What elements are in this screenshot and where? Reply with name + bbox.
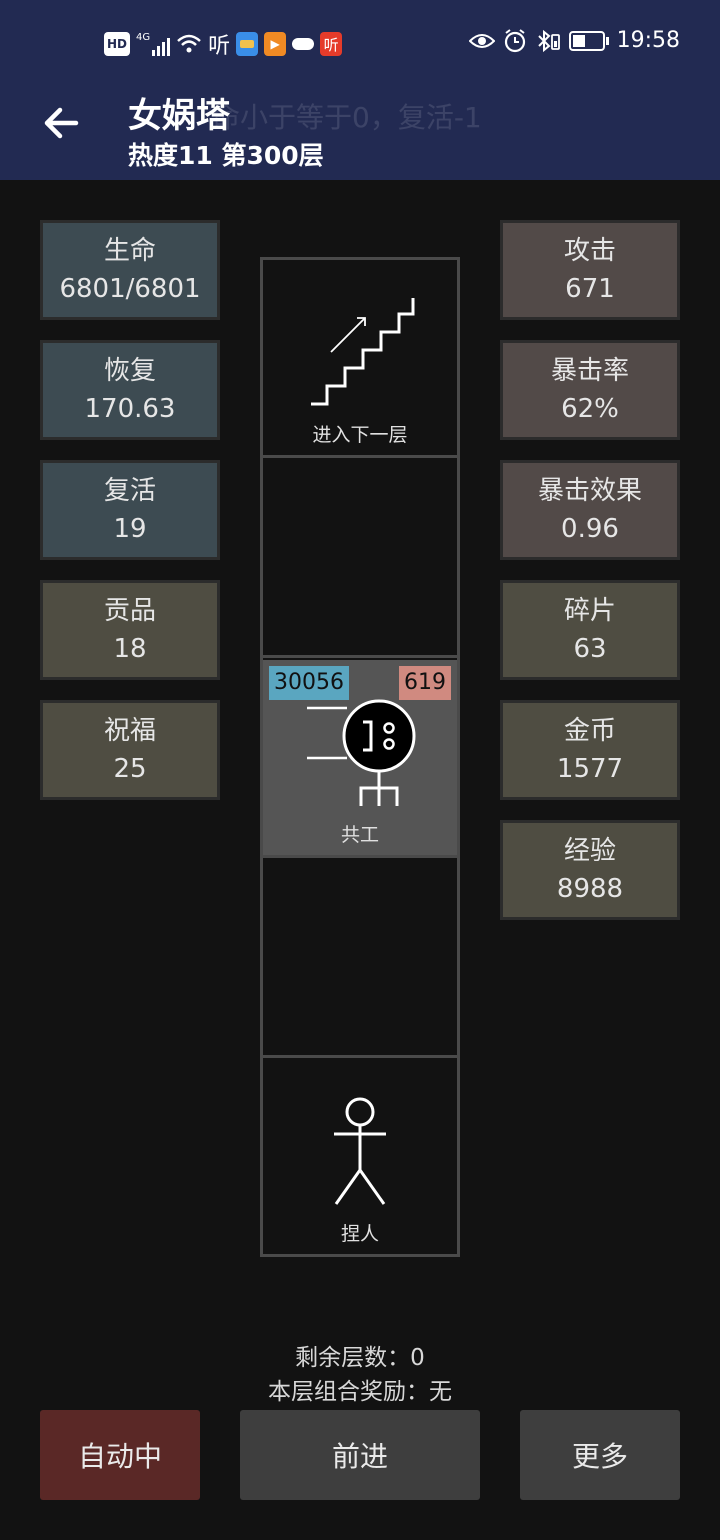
stat-label: 暴击效果 bbox=[537, 476, 642, 506]
stat-value: 671 bbox=[565, 274, 615, 304]
stat-attack: 攻击 671 bbox=[500, 220, 680, 320]
status-bar: HD 4G 听 ▶ 听 19:58 bbox=[0, 0, 720, 82]
auto-button[interactable]: 自动中 bbox=[40, 1410, 200, 1500]
tower-cell-enemy[interactable]: 30056 619 共工 bbox=[263, 660, 457, 858]
enemy-hp-badge: 30056 bbox=[269, 666, 349, 700]
stat-label: 复活 bbox=[103, 476, 156, 506]
tower-cell-empty bbox=[263, 460, 457, 658]
stat-label: 经验 bbox=[563, 836, 616, 866]
stat-value: 170.63 bbox=[84, 394, 176, 424]
enemy-gonggong-icon bbox=[307, 699, 416, 806]
eye-icon bbox=[468, 33, 495, 48]
stat-gold: 金币 1577 bbox=[500, 700, 680, 800]
stat-regen: 恢复 170.63 bbox=[40, 340, 220, 440]
stat-value: 0.96 bbox=[561, 514, 619, 544]
stat-value: 62% bbox=[561, 394, 619, 424]
page-title: 女娲塔 bbox=[128, 96, 230, 136]
stat-crit-rate: 暴击率 62% bbox=[500, 340, 680, 440]
stat-label: 恢复 bbox=[103, 356, 156, 386]
listen-app-icon: 听 bbox=[208, 34, 231, 59]
stat-revive: 复活 19 bbox=[40, 460, 220, 560]
tower-cell-stairs[interactable]: 进入下一层 bbox=[263, 260, 457, 458]
stairs-label: 进入下一层 bbox=[312, 424, 408, 446]
tower-cell-empty bbox=[263, 860, 457, 1058]
cloud-icon bbox=[292, 38, 315, 50]
remaining-floors-text: 剩余层数：0 bbox=[295, 1345, 425, 1371]
bluetooth-icon bbox=[537, 29, 560, 52]
stat-crit-effect: 暴击效果 0.96 bbox=[500, 460, 680, 560]
player-label: 捏人 bbox=[340, 1223, 379, 1245]
tower-cell-player[interactable]: 捏人 bbox=[263, 1060, 457, 1254]
stat-blessing: 祝福 25 bbox=[40, 700, 220, 800]
stat-label: 攻击 bbox=[563, 236, 616, 266]
app-bar: 命小于等于0，复活-1 女娲塔 热度11 第300层 bbox=[0, 82, 720, 180]
floor-reward-text: 本层组合奖励：无 bbox=[268, 1379, 452, 1405]
stat-fragments: 碎片 63 bbox=[500, 580, 680, 680]
page-subtitle: 热度11 第300层 bbox=[128, 141, 324, 170]
wallet-app-icon bbox=[236, 32, 259, 56]
enemy-name: 共工 bbox=[340, 824, 379, 846]
fading-message: 命小于等于0，复活-1 bbox=[212, 101, 482, 134]
4g-signal-icon: 4G bbox=[136, 32, 171, 56]
advance-button[interactable]: 前进 bbox=[240, 1410, 480, 1500]
wifi-icon bbox=[177, 34, 201, 53]
status-right-icons: 19:58 bbox=[468, 28, 680, 53]
hd-icon: HD bbox=[104, 32, 131, 56]
back-arrow-icon[interactable] bbox=[38, 100, 84, 146]
stat-value: 8988 bbox=[556, 874, 624, 904]
listen-red-app-icon: 听 bbox=[320, 32, 343, 56]
stat-value: 63 bbox=[573, 634, 607, 664]
stat-tribute: 贡品 18 bbox=[40, 580, 220, 680]
stat-value: 18 bbox=[113, 634, 147, 664]
stat-experience: 经验 8988 bbox=[500, 820, 680, 920]
stat-value: 19 bbox=[113, 514, 147, 544]
tower-column: 进入下一层 30056 619 共工 捏人 bbox=[260, 257, 460, 1257]
stat-value: 1577 bbox=[556, 754, 624, 784]
stairs-icon bbox=[311, 298, 415, 406]
video-app-icon: ▶ bbox=[264, 32, 287, 56]
stat-label: 金币 bbox=[563, 716, 616, 746]
network-type-label: 4G bbox=[136, 32, 151, 43]
stick-figure-icon bbox=[334, 1097, 386, 1205]
clock: 19:58 bbox=[616, 28, 680, 53]
more-button[interactable]: 更多 bbox=[520, 1410, 680, 1500]
stat-label: 碎片 bbox=[563, 596, 616, 626]
enemy-attack-badge: 619 bbox=[399, 666, 451, 700]
stat-label: 贡品 bbox=[103, 596, 156, 626]
status-left-icons: HD 4G 听 ▶ 听 bbox=[104, 28, 343, 60]
alarm-icon bbox=[504, 28, 525, 52]
stat-label: 生命 bbox=[103, 236, 156, 266]
stat-value: 6801/6801 bbox=[59, 274, 201, 304]
stat-label: 祝福 bbox=[103, 716, 156, 746]
stat-hp: 生命 6801/6801 bbox=[40, 220, 220, 320]
stat-label: 暴击率 bbox=[550, 356, 629, 386]
battery-icon bbox=[568, 30, 609, 51]
stat-value: 25 bbox=[113, 754, 147, 784]
